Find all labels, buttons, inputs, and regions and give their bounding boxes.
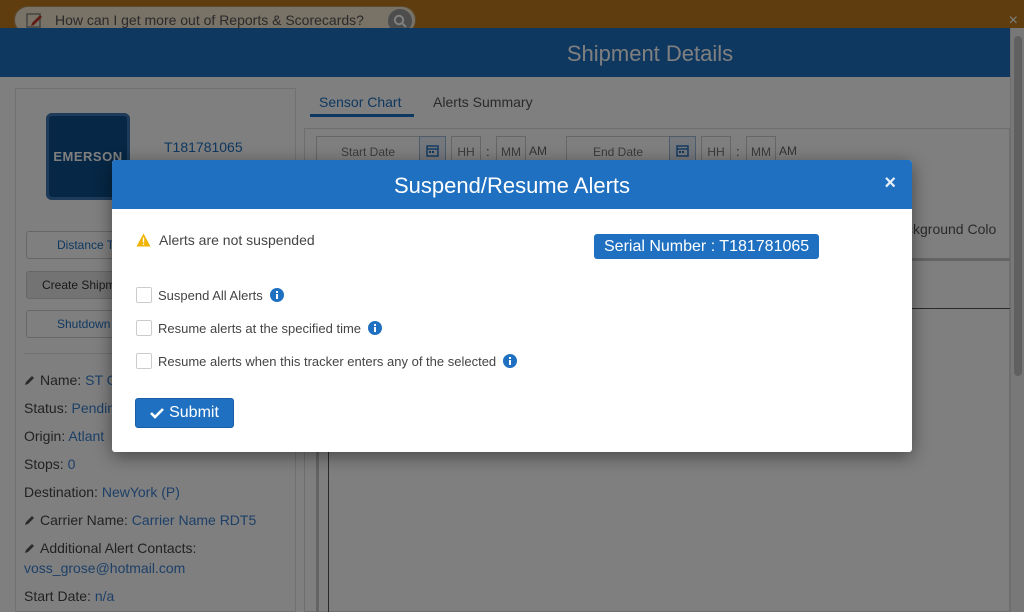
suspension-status: Alerts are not suspended [136,232,315,248]
resume-time-label[interactable]: Resume alerts at the specified time [158,321,361,336]
modal-header: Suspend/Resume Alerts × [112,160,912,209]
status-text: Alerts are not suspended [159,232,315,248]
warning-icon [136,233,151,247]
modal-title: Suspend/Resume Alerts [393,173,631,198]
option-suspend-all[interactable]: Suspend All Alerts [136,287,284,303]
suspend-all-checkbox[interactable] [136,287,152,303]
info-icon[interactable] [368,321,383,335]
option-resume-location[interactable]: Resume alerts when this tracker enters a… [136,353,518,369]
submit-button[interactable]: Submit [135,398,234,428]
check-icon [150,408,165,419]
modal-close-icon[interactable]: × [884,172,896,195]
submit-label: Submit [169,404,219,421]
info-icon[interactable] [269,288,284,302]
resume-location-label[interactable]: Resume alerts when this tracker enters a… [158,354,496,369]
resume-location-checkbox[interactable] [136,353,152,369]
option-resume-time[interactable]: Resume alerts at the specified time [136,320,383,336]
serial-number-badge: Serial Number : T181781065 [594,234,820,259]
suspend-all-label[interactable]: Suspend All Alerts [158,288,263,303]
suspend-resume-modal: Suspend/Resume Alerts × Alerts are not s… [112,160,912,452]
info-icon[interactable] [503,354,518,368]
resume-time-checkbox[interactable] [136,320,152,336]
